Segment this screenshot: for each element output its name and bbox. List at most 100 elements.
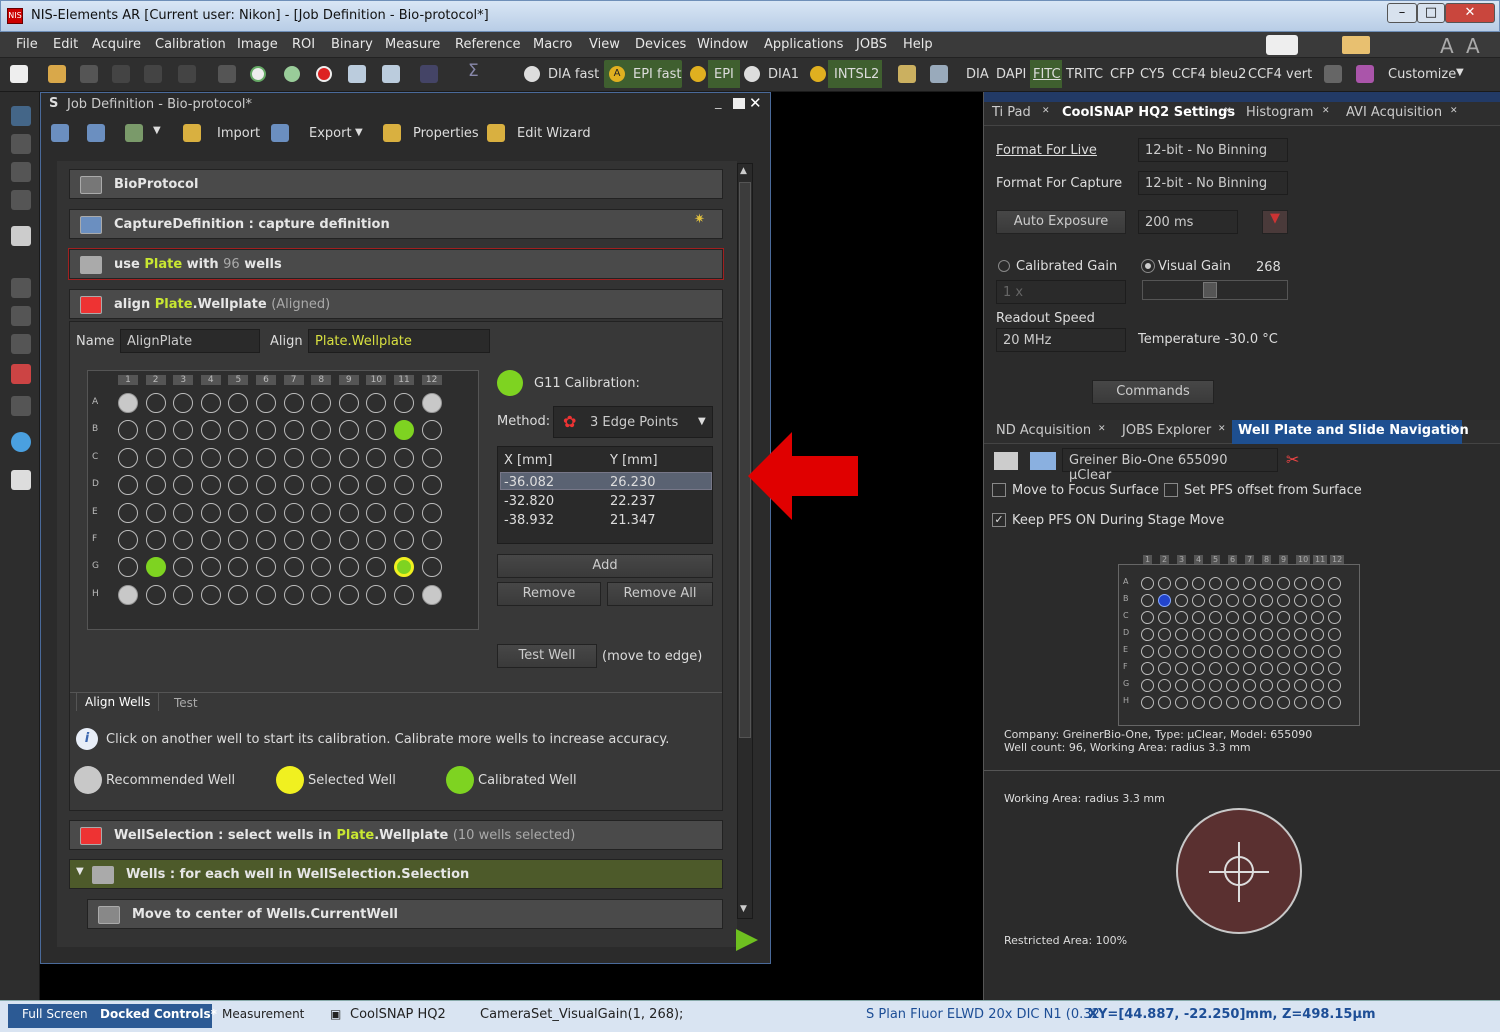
well-E5[interactable]: [228, 502, 249, 523]
mini-well-F2[interactable]: [1158, 662, 1171, 675]
mini-well-G5[interactable]: [1209, 679, 1222, 692]
globe-icon[interactable]: [11, 226, 31, 246]
well-C7[interactable]: [283, 447, 304, 468]
name-field[interactable]: AlignPlate: [120, 329, 260, 353]
well-D9[interactable]: [338, 475, 359, 496]
well-D7[interactable]: [283, 475, 304, 496]
tab-well-plate-navigation[interactable]: Well Plate and Slide Navigation: [1238, 423, 1469, 438]
pointer-icon[interactable]: [11, 106, 31, 126]
plate-type-select[interactable]: Greiner Bio-One 655090 µClear: [1062, 448, 1278, 483]
keep-pfs-checkbox[interactable]: ✓: [992, 513, 1006, 527]
mini-well-D11[interactable]: [1311, 628, 1324, 641]
well-D11[interactable]: [394, 475, 414, 496]
mini-well-F5[interactable]: [1209, 662, 1222, 675]
mini-well-B2[interactable]: [1158, 594, 1171, 607]
job-minimize-icon[interactable]: _: [715, 95, 722, 110]
well-D3[interactable]: [173, 475, 194, 496]
well-F5[interactable]: [228, 530, 249, 550]
well-A6[interactable]: [256, 393, 276, 413]
well-G8[interactable]: [311, 557, 332, 578]
menu-window[interactable]: Window: [697, 37, 748, 52]
well-G9[interactable]: [338, 557, 359, 578]
mini-well-C10[interactable]: [1294, 611, 1307, 624]
well-E10[interactable]: [366, 502, 387, 523]
customize-dropdown-icon[interactable]: ▼: [1456, 67, 1464, 78]
mini-well-G2[interactable]: [1158, 679, 1171, 692]
open-icon[interactable]: [48, 65, 66, 83]
well-B11[interactable]: [394, 420, 414, 441]
gain-slider[interactable]: [1142, 280, 1288, 300]
mini-well-D6[interactable]: [1226, 628, 1239, 641]
tab-nd-acquisition[interactable]: ND Acquisition: [996, 423, 1091, 438]
plate-settings-icon[interactable]: ✂: [1286, 450, 1299, 469]
mini-well-E1[interactable]: [1141, 645, 1154, 658]
job-scrollbar[interactable]: ▲ ▼: [737, 163, 753, 919]
dia-button[interactable]: DIA: [966, 67, 989, 82]
well-A10[interactable]: [366, 393, 387, 413]
well-H1[interactable]: [118, 584, 138, 605]
test-well-button[interactable]: Test Well: [497, 644, 597, 668]
well-H2[interactable]: [145, 584, 166, 605]
mini-well-B9[interactable]: [1277, 594, 1290, 607]
well-F8[interactable]: [311, 530, 332, 550]
mini-well-D1[interactable]: [1141, 628, 1154, 641]
menu-devices[interactable]: Devices: [635, 37, 686, 52]
tab-test[interactable]: Test: [166, 694, 206, 712]
well-C4[interactable]: [200, 447, 221, 468]
tab-jobs-close-icon[interactable]: ✕: [1218, 424, 1226, 434]
mini-well-F7[interactable]: [1243, 662, 1256, 675]
well-F7[interactable]: [283, 530, 304, 550]
well-F9[interactable]: [338, 530, 359, 550]
table-row[interactable]: -32.820: [504, 494, 554, 509]
well-H3[interactable]: [173, 584, 194, 605]
record-icon[interactable]: [316, 66, 332, 82]
menu-image[interactable]: Image: [237, 37, 278, 52]
mini-well-B10[interactable]: [1294, 594, 1307, 607]
mini-well-D5[interactable]: [1209, 628, 1222, 641]
set-pfs-checkbox[interactable]: [1164, 483, 1178, 497]
menu-edit[interactable]: Edit: [53, 37, 78, 52]
frame-icon[interactable]: [11, 334, 31, 354]
epi-fast-button[interactable]: EPI fast: [633, 67, 681, 82]
menu-macro[interactable]: Macro: [533, 37, 572, 52]
mini-well-G9[interactable]: [1277, 679, 1290, 692]
mini-plate-map[interactable]: 1 2 3 4 5 6 7 8 9 10 11 12 A B C D E F G H: [1118, 555, 1360, 726]
well-H8[interactable]: [311, 584, 332, 605]
mini-well-G10[interactable]: [1294, 679, 1307, 692]
mini-well-E7[interactable]: [1243, 645, 1256, 658]
epi-button[interactable]: EPI: [714, 67, 734, 82]
well-G1[interactable]: [118, 557, 138, 578]
properties-button[interactable]: Properties: [413, 126, 479, 141]
font-larger-icon[interactable]: A: [1466, 34, 1480, 58]
edit-wizard-button[interactable]: Edit Wizard: [517, 126, 591, 141]
mini-well-G4[interactable]: [1192, 679, 1205, 692]
layer2-icon[interactable]: [11, 306, 31, 326]
mini-well-A6[interactable]: [1226, 577, 1239, 590]
export-button[interactable]: Export: [309, 126, 352, 141]
mini-well-A5[interactable]: [1209, 577, 1222, 590]
menu-reference[interactable]: Reference: [455, 37, 520, 52]
menu-roi[interactable]: ROI: [292, 37, 315, 52]
save-icon[interactable]: [80, 65, 98, 83]
scroll-up-icon[interactable]: ▲: [740, 166, 747, 176]
mini-well-D10[interactable]: [1294, 628, 1307, 641]
well-C2[interactable]: [145, 447, 166, 468]
exposure-reset-icon[interactable]: ▼: [1262, 210, 1288, 234]
well-F1[interactable]: [118, 530, 138, 550]
mini-well-B12[interactable]: [1328, 594, 1341, 607]
mini-well-D7[interactable]: [1243, 628, 1256, 641]
well-A5[interactable]: [228, 393, 249, 413]
mini-well-C12[interactable]: [1328, 611, 1341, 624]
well-F6[interactable]: [256, 530, 276, 550]
ccf4-bleu2-button[interactable]: CCF4 bleu2: [1172, 67, 1246, 82]
mini-well-E11[interactable]: [1311, 645, 1324, 658]
add-button[interactable]: Add: [497, 554, 713, 578]
nd-icon[interactable]: [420, 65, 438, 83]
mini-well-G8[interactable]: [1260, 679, 1273, 692]
well-A2[interactable]: [145, 393, 166, 413]
mini-well-G3[interactable]: [1175, 679, 1188, 692]
well-F12[interactable]: [421, 530, 442, 550]
well-H11[interactable]: [394, 584, 414, 605]
mini-well-A12[interactable]: [1328, 577, 1341, 590]
calibrated-gain-radio[interactable]: [998, 260, 1010, 272]
